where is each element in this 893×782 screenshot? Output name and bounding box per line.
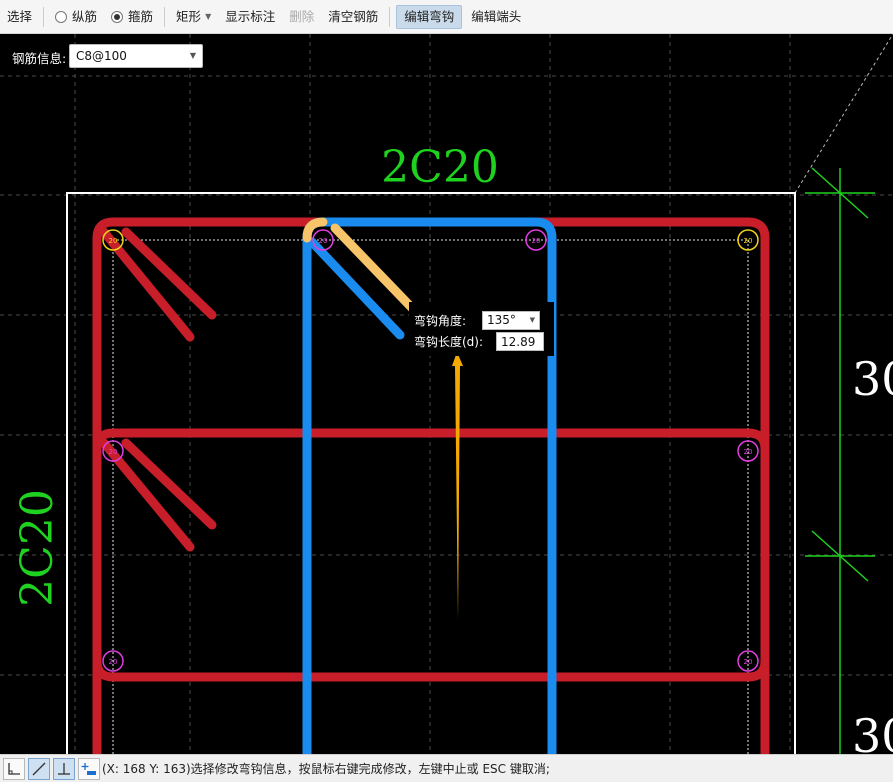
toolbar: 选择 纵筋 箍筋 矩形 ▼ 显示标注 删除 清空钢筋 编辑弯钩 编辑端头 bbox=[0, 0, 893, 34]
diagonal-line-icon bbox=[32, 762, 46, 775]
status-text: (X: 168 Y: 163)选择修改弯钩信息，按鼠标右键完成修改，左键中止或 … bbox=[102, 762, 550, 776]
hook-angle-value: 135° bbox=[487, 313, 516, 327]
bar-label: 20 bbox=[109, 658, 118, 666]
delete-button[interactable]: 删除 bbox=[282, 5, 321, 29]
bar-label: 20 bbox=[319, 237, 328, 245]
rebar-info-label: 钢筋信息: bbox=[12, 51, 67, 66]
hook-angle-select[interactable]: 135° ▼ bbox=[482, 311, 540, 330]
radio-unchecked-icon bbox=[55, 10, 68, 23]
radio-checked-icon bbox=[111, 10, 124, 23]
left-rebar-label: 2C20 bbox=[12, 489, 63, 607]
chevron-down-icon: ▼ bbox=[189, 51, 196, 60]
clear-rebar-button[interactable]: 清空钢筋 bbox=[321, 5, 385, 29]
toolbar-divider bbox=[43, 6, 45, 27]
bar-label: 20 bbox=[532, 237, 541, 245]
dimension-lines bbox=[805, 167, 875, 754]
oblique-mode-button[interactable] bbox=[28, 757, 50, 780]
top-rebar-label: 2C20 bbox=[381, 142, 499, 193]
toolbar-divider bbox=[164, 6, 166, 27]
chevron-down-icon: ▼ bbox=[205, 11, 212, 21]
hook-length-label: 弯钩长度(d): bbox=[414, 335, 484, 349]
bar-label: 20 bbox=[744, 237, 753, 245]
show-annotation-button[interactable]: 显示标注 bbox=[218, 5, 282, 29]
select-label: 选择 bbox=[7, 8, 33, 24]
perpendicular-mode-button[interactable] bbox=[53, 757, 75, 780]
bar-label: 20 bbox=[109, 237, 118, 245]
orthogonal-mode-button[interactable] bbox=[3, 757, 25, 780]
select-tool[interactable]: 选择 bbox=[0, 5, 39, 29]
hook-length-input[interactable] bbox=[496, 332, 544, 351]
rebar-info-select[interactable]: C8@100 ▼ bbox=[69, 44, 203, 68]
orthogonal-icon bbox=[8, 762, 20, 775]
status-bar: (X: 168 Y: 163)选择修改弯钩信息，按鼠标右键完成修改，左键中止或 … bbox=[0, 754, 893, 782]
rebar-info-value: C8@100 bbox=[76, 49, 127, 63]
show-annotation-label: 显示标注 bbox=[225, 8, 276, 24]
stirrup-radio[interactable]: 箍筋 bbox=[104, 5, 160, 29]
edit-end-button[interactable]: 编辑端头 bbox=[464, 5, 528, 29]
dimension-value-top: 30 bbox=[852, 352, 893, 406]
edit-hook-label: 编辑弯钩 bbox=[404, 8, 455, 24]
hook-edit-popup: 弯钩角度: 135° ▼ 弯钩长度(d): bbox=[409, 302, 554, 356]
longitudinal-radio[interactable]: 纵筋 bbox=[48, 5, 104, 29]
dimension-value-bottom: 30 bbox=[852, 709, 893, 754]
chevron-down-icon: ▼ bbox=[529, 316, 535, 324]
drawing-canvas[interactable]: 20 20 20 20 20 20 20 20 2C20 2C20 30 30 bbox=[0, 34, 893, 754]
shape-label: 矩形 bbox=[176, 8, 202, 24]
edit-end-label: 编辑端头 bbox=[471, 8, 522, 24]
hook-angle-label: 弯钩角度: bbox=[414, 314, 467, 328]
bar-label: 20 bbox=[109, 448, 118, 456]
pointer-arrow bbox=[452, 352, 463, 620]
guide-line bbox=[794, 34, 893, 194]
edit-hook-button[interactable]: 编辑弯钩 bbox=[396, 4, 463, 29]
bar-label: 20 bbox=[744, 448, 753, 456]
arrow-icon bbox=[452, 352, 463, 620]
bar-label: 20 bbox=[744, 658, 753, 666]
clear-rebar-label: 清空钢筋 bbox=[328, 8, 379, 24]
add-point-button[interactable] bbox=[78, 757, 100, 780]
stirrup-label: 箍筋 bbox=[128, 8, 154, 24]
shape-dropdown[interactable]: 矩形 ▼ bbox=[169, 5, 218, 29]
delete-label: 删除 bbox=[289, 8, 315, 24]
perpendicular-icon bbox=[58, 762, 70, 775]
longitudinal-label: 纵筋 bbox=[72, 8, 98, 24]
toolbar-divider bbox=[389, 6, 391, 27]
add-point-icon bbox=[81, 762, 96, 775]
